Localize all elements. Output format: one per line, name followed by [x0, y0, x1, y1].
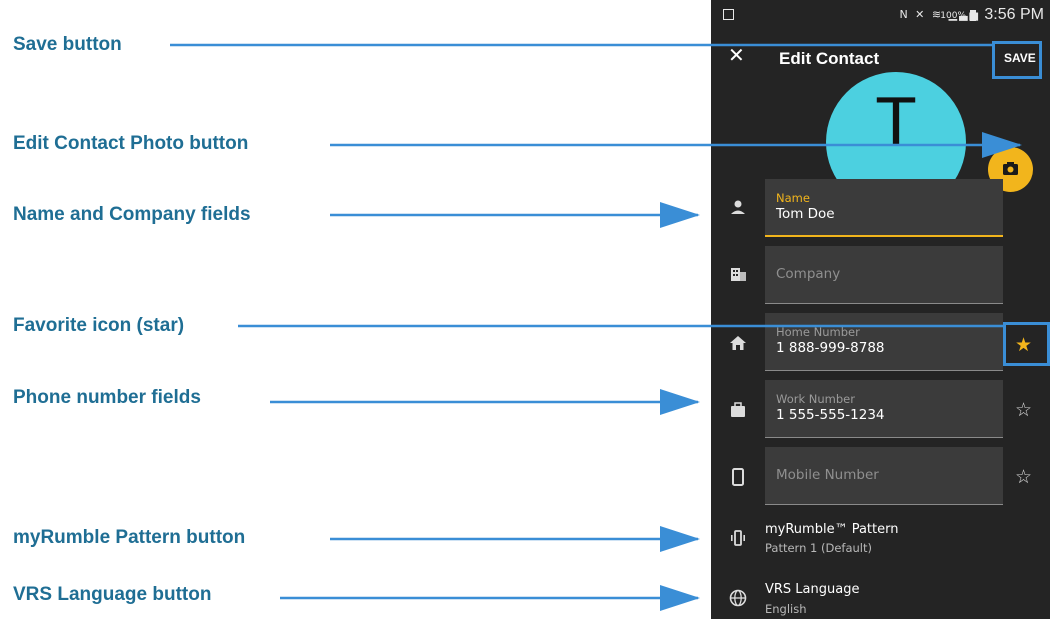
callout-arrows [170, 43, 1022, 611]
